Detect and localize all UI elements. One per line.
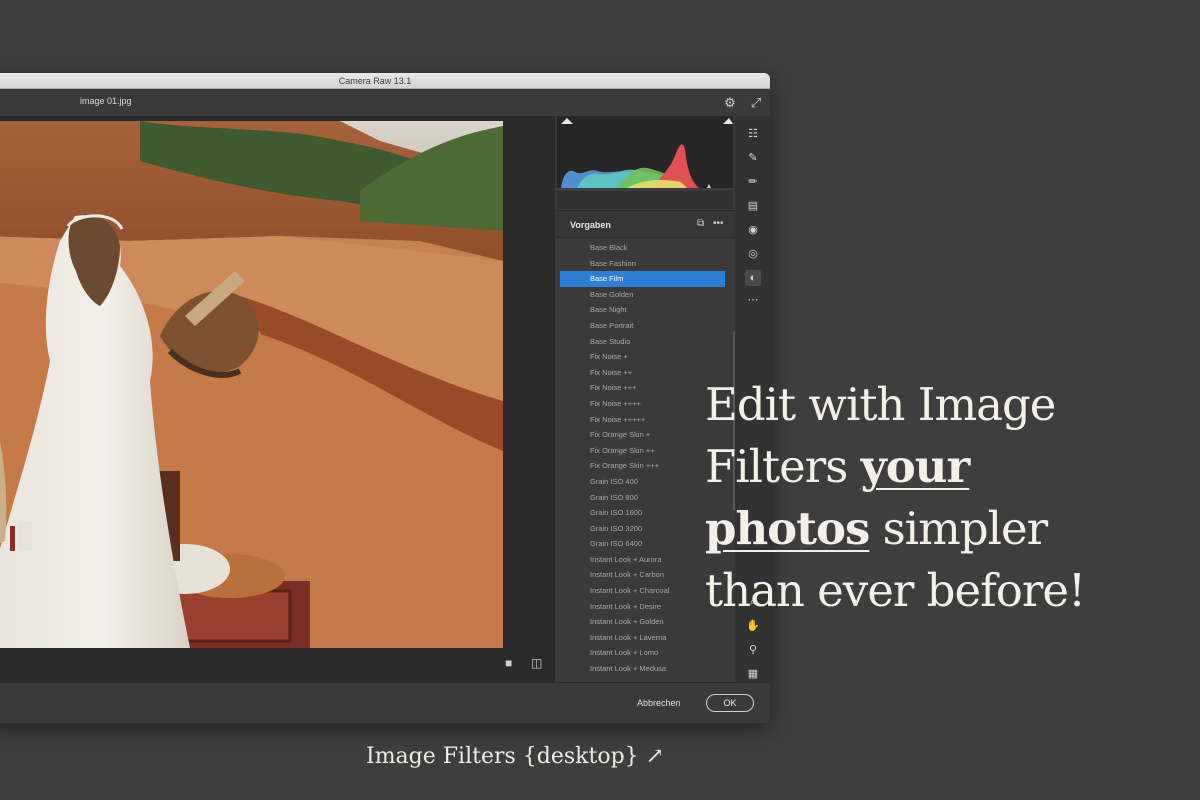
preset-item[interactable]: Base Night (560, 302, 725, 318)
headline-line-2: Filters your (705, 436, 1175, 498)
preset-item[interactable]: Fix Noise ++++ (560, 396, 725, 412)
headline-line-4: than ever before! (705, 564, 1086, 617)
preset-item[interactable]: Fix Noise +++ (560, 380, 725, 396)
red-eye-icon[interactable]: ◎ (745, 246, 761, 262)
product-link[interactable]: Image Filters {desktop} ↗ (366, 744, 664, 769)
preset-item[interactable]: Base Film (560, 271, 725, 287)
cancel-button[interactable]: Abbrechen (637, 698, 681, 708)
healing-icon[interactable]: ✎ (745, 150, 761, 166)
preset-item[interactable]: Fix Orange Skin +++ (560, 458, 725, 474)
promo-headline: Edit with Image Filters your photos simp… (705, 374, 1175, 622)
preset-item[interactable]: Base Black (560, 240, 725, 256)
headline-emphasis: photos (705, 502, 870, 555)
histogram (557, 116, 733, 190)
preset-item[interactable]: Grain ISO 1600 (560, 505, 725, 521)
preset-item[interactable]: Instant Look + Carbon (560, 567, 725, 583)
presets-title: Vorgaben (570, 220, 611, 230)
gradient-icon[interactable]: ▤ (745, 198, 761, 214)
preset-item[interactable]: Grain ISO 6400 (560, 536, 725, 552)
radial-filter-icon[interactable]: ◉ (745, 222, 761, 238)
edit-sliders-icon[interactable]: ☷ (745, 126, 761, 142)
grid-icon[interactable]: ▦ (745, 666, 761, 682)
preset-item[interactable]: Fix Noise +++++ (560, 412, 725, 428)
gear-icon[interactable]: ⚙ (720, 93, 740, 113)
preset-item[interactable]: Grain ISO 800 (560, 490, 725, 506)
camera-raw-window: Camera Raw 13.1 image 01.jpg ⚙ ⤢ ■ ◫ Vor… (0, 73, 770, 723)
more-options-icon[interactable]: ••• (713, 218, 724, 229)
preset-item[interactable]: Grain ISO 3200 (560, 521, 725, 537)
preset-item[interactable]: Instant Look + Lomo (560, 645, 725, 661)
filename-label: image 01.jpg (80, 96, 132, 106)
headline-line-3: photos simpler (705, 498, 1175, 560)
brush-icon[interactable]: ✏ (745, 174, 761, 190)
image-header: image 01.jpg ⚙ ⤢ (0, 89, 770, 116)
preset-item[interactable]: Grain ISO 400 (560, 474, 725, 490)
ok-button[interactable]: OK (706, 694, 754, 712)
preset-item[interactable]: Base Fashion (560, 256, 725, 272)
preset-list: Base Black Base Fashion Base Film Base Gold… (555, 240, 730, 680)
more-tools-icon[interactable]: ⋯ (745, 292, 761, 308)
preset-item[interactable]: Instant Look + Aurora (560, 552, 725, 568)
preset-item[interactable]: Instant Look + Medusa (560, 661, 725, 677)
preset-item[interactable]: Fix Noise ++ (560, 365, 725, 381)
headline-text: Filters (705, 440, 861, 493)
eyedropper-icon[interactable]: ⚲ (745, 642, 761, 658)
image-canvas[interactable]: ■ ◫ (0, 116, 555, 682)
presets-icon[interactable]: ◐ (745, 270, 761, 286)
preset-item[interactable]: Instant Look + Golden (560, 614, 725, 630)
headline-line-1: Edit with Image (705, 378, 1056, 431)
single-view-icon[interactable]: ■ (505, 656, 512, 676)
photo-preview (0, 121, 503, 648)
expand-icon[interactable]: ⤢ (746, 93, 766, 113)
preset-item[interactable]: Instant Look + Desire (560, 599, 725, 615)
preset-item[interactable]: Base Portrait (560, 318, 725, 334)
preset-item[interactable]: Fix Orange Skin ++ (560, 443, 725, 459)
preset-item[interactable]: Fix Noise + (560, 349, 725, 365)
preset-item[interactable]: Instant Look + Charcoal (560, 583, 725, 599)
preset-item[interactable]: Base Studio (560, 334, 725, 350)
histogram-info (557, 191, 733, 209)
new-preset-icon[interactable]: ⧉ (697, 218, 704, 229)
preset-item[interactable]: Instant Look + Laverna (560, 630, 725, 646)
compare-view-icon[interactable]: ◫ (531, 656, 542, 676)
preset-item[interactable]: Base Golden (560, 287, 725, 303)
presets-header: Vorgaben ⧉ ••• (555, 210, 735, 238)
dialog-footer: Abbrechen OK (0, 682, 770, 723)
headline-emphasis: your (860, 440, 971, 493)
preset-item[interactable]: Fix Orange Skin + (560, 427, 725, 443)
window-title: Camera Raw 13.1 (0, 73, 770, 89)
headline-text: simpler (869, 502, 1049, 555)
